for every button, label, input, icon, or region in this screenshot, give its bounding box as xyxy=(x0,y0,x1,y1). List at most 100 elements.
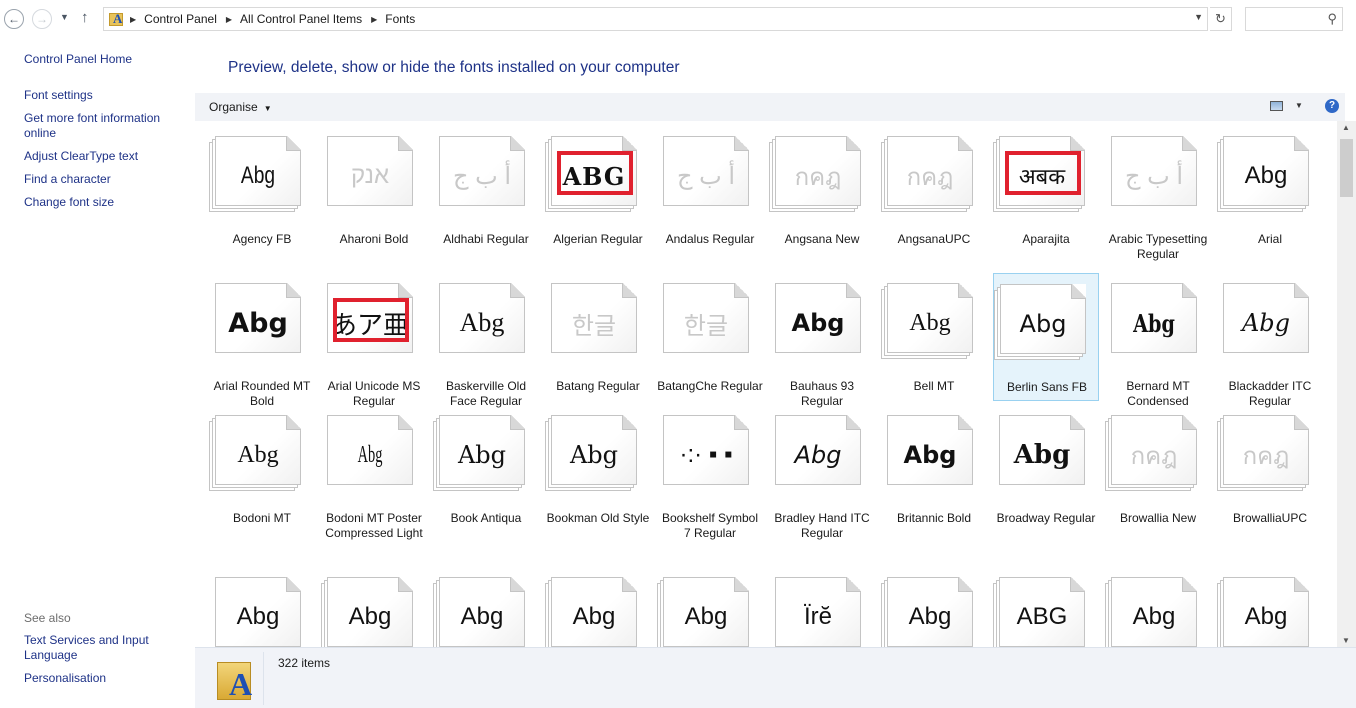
font-sample-preview: Abg xyxy=(794,441,842,469)
font-sample-preview: Abg xyxy=(684,603,728,630)
font-tile[interactable]: Abg Book Antiqua xyxy=(433,405,539,555)
font-tile[interactable]: Abg xyxy=(657,567,763,647)
font-tile[interactable]: Abg xyxy=(1105,567,1211,647)
back-arrow-icon[interactable]: ← xyxy=(4,9,24,29)
breadcrumb-fonts[interactable]: Fonts xyxy=(385,12,415,26)
font-tile[interactable]: 한글 BatangChe Regular xyxy=(657,273,763,401)
font-tile[interactable]: Abg xyxy=(545,567,651,647)
font-file-icon: Abg xyxy=(994,284,1090,362)
font-tile[interactable]: Abg xyxy=(881,567,987,647)
font-tile[interactable]: Abg Bookman Old Style xyxy=(545,405,651,555)
font-tile[interactable]: أ ب ج Aldhabi Regular xyxy=(433,126,539,264)
font-name-label: Batang Regular xyxy=(556,379,640,393)
page-title: Preview, delete, show or hide the fonts … xyxy=(228,59,680,76)
breadcrumb-separator-icon[interactable]: ▶ xyxy=(130,15,136,24)
change-view-icon[interactable] xyxy=(1270,101,1283,111)
font-tile[interactable]: Abg Blackadder ITC Regular xyxy=(1217,273,1323,408)
breadcrumb-all-items[interactable]: All Control Panel Items xyxy=(240,12,362,26)
font-tile[interactable]: ABG Algerian Regular xyxy=(545,126,651,264)
font-tile[interactable]: Abg Bernard MT Condensed xyxy=(1105,273,1211,408)
font-tile[interactable]: Abg Bauhaus 93 Regular xyxy=(769,273,875,408)
text-services-link[interactable]: Text Services and Input Language xyxy=(24,633,184,663)
scroll-down-icon[interactable]: ▼ xyxy=(1342,636,1350,645)
font-file-icon: Abg xyxy=(881,415,977,493)
font-tile[interactable]: Abg Arial xyxy=(1217,126,1323,264)
font-sample-preview: 한글 xyxy=(571,312,617,340)
more-font-info-link[interactable]: Get more font information online xyxy=(24,111,184,141)
font-name-label: Aparajita xyxy=(1022,232,1070,246)
adjust-cleartype-link[interactable]: Adjust ClearType text xyxy=(24,149,184,164)
font-tile[interactable]: Abg Bodoni MT xyxy=(209,405,315,555)
font-tile[interactable]: Abg Arial Rounded MT Bold xyxy=(209,273,315,408)
font-sample-preview: Abg xyxy=(569,441,619,469)
font-tile[interactable]: Abg Agency FB xyxy=(209,126,315,264)
font-tile[interactable]: אנק Aharoni Bold xyxy=(321,126,427,264)
font-file-icon: あア亜 xyxy=(321,283,417,361)
font-tile[interactable]: กคฎ AngsanaUPC xyxy=(881,126,987,264)
font-tile[interactable]: أ ب ج Arabic Typesetting Regular xyxy=(1105,126,1211,264)
scroll-thumb[interactable] xyxy=(1340,139,1353,197)
up-arrow-icon[interactable]: ↑ xyxy=(81,9,89,26)
font-tile[interactable]: Abg Britannic Bold xyxy=(881,405,987,555)
font-tile[interactable]: Abg Berlin Sans FB xyxy=(993,273,1099,401)
font-tile[interactable]: أ ب ج Andalus Regular xyxy=(657,126,763,264)
fonts-folder-icon: A xyxy=(215,654,259,702)
address-dropdown-icon[interactable]: ▼ xyxy=(1194,12,1203,22)
forward-arrow-icon[interactable]: → xyxy=(32,9,52,29)
font-file-icon: 한글 xyxy=(545,283,641,361)
font-sample-preview: Ïrĕ xyxy=(803,603,832,630)
personalisation-link[interactable]: Personalisation xyxy=(24,671,184,686)
breadcrumb-control-panel[interactable]: Control Panel xyxy=(144,12,217,26)
scroll-up-icon[interactable]: ▲ xyxy=(1342,123,1350,132)
font-file-icon: Abg xyxy=(657,577,753,647)
breadcrumb-separator-icon[interactable]: ▶ xyxy=(371,15,377,24)
address-bar[interactable]: A ▶ Control Panel ▶ All Control Panel It… xyxy=(103,7,1208,31)
font-tile[interactable]: Abg xyxy=(209,567,315,647)
font-file-icon: أ ب ج xyxy=(433,136,529,214)
font-tile[interactable]: ABG xyxy=(993,567,1099,647)
font-tile[interactable]: Abg xyxy=(1217,567,1323,647)
recent-locations-chevron-icon[interactable]: ▼ xyxy=(60,12,69,22)
font-name-label: Algerian Regular xyxy=(553,232,643,246)
view-options-chevron-icon[interactable]: ▼ xyxy=(1295,101,1303,110)
font-name-label: Agency FB xyxy=(232,232,292,246)
font-tile[interactable]: กคฎ BrowalliaUPC xyxy=(1217,405,1323,555)
font-tile[interactable]: Abg xyxy=(433,567,539,647)
control-panel-home-link[interactable]: Control Panel Home xyxy=(24,52,184,67)
vertical-scrollbar[interactable]: ▲ ▼ xyxy=(1337,121,1356,647)
font-settings-link[interactable]: Font settings xyxy=(24,88,184,103)
font-tile[interactable]: Abg Broadway Regular xyxy=(993,405,1099,555)
font-tile[interactable]: Abg xyxy=(321,567,427,647)
font-tile[interactable]: Abg Bodoni MT Poster Compressed Light xyxy=(321,405,427,555)
font-tile[interactable]: Ïrĕ xyxy=(769,567,875,647)
search-icon[interactable]: ⚲ xyxy=(1327,11,1337,27)
refresh-icon[interactable]: ↻ xyxy=(1210,7,1232,31)
font-tile[interactable]: Abg Baskerville Old Face Regular xyxy=(433,273,539,408)
font-file-icon: กคฎ xyxy=(881,136,977,214)
font-file-icon: אנק xyxy=(321,136,417,214)
font-tile[interactable]: ·:· ▪ ▪ Bookshelf Symbol 7 Regular xyxy=(657,405,763,555)
font-tile[interactable]: 한글 Batang Regular xyxy=(545,273,651,401)
font-file-icon: Abg xyxy=(881,283,977,361)
font-grid: Abg Agency FB אנק Aharoni Bold أ ب ج Aldhabi … xyxy=(195,121,1337,647)
organise-menu-button[interactable]: Organise ▼ xyxy=(209,100,272,114)
search-input[interactable]: ⚲ xyxy=(1245,7,1343,31)
change-font-size-link[interactable]: Change font size xyxy=(24,195,184,210)
breadcrumb-separator-icon[interactable]: ▶ xyxy=(226,15,232,24)
font-sample-preview: Abg xyxy=(457,441,507,469)
font-name-label: Broadway Regular xyxy=(996,511,1096,525)
font-file-icon: 한글 xyxy=(657,283,753,361)
font-file-icon: अबक xyxy=(993,136,1089,214)
left-pane: Control Panel Home Font settings Get mor… xyxy=(0,38,195,708)
help-icon[interactable]: ? xyxy=(1325,99,1339,113)
font-file-icon: ABG xyxy=(545,136,641,214)
font-tile[interactable]: अबक Aparajita xyxy=(993,126,1099,264)
font-tile[interactable]: กคฎ Angsana New xyxy=(769,126,875,264)
font-tile[interactable]: กคฎ Browallia New xyxy=(1105,405,1211,555)
font-name-label: BatangChe Regular xyxy=(657,379,763,393)
find-character-link[interactable]: Find a character xyxy=(24,172,184,187)
font-tile[interactable]: あア亜 Arial Unicode MS Regular xyxy=(321,273,427,408)
font-file-icon: Abg xyxy=(433,283,529,361)
font-tile[interactable]: Abg Bell MT xyxy=(881,273,987,401)
font-tile[interactable]: Abg Bradley Hand ITC Regular xyxy=(769,405,875,555)
